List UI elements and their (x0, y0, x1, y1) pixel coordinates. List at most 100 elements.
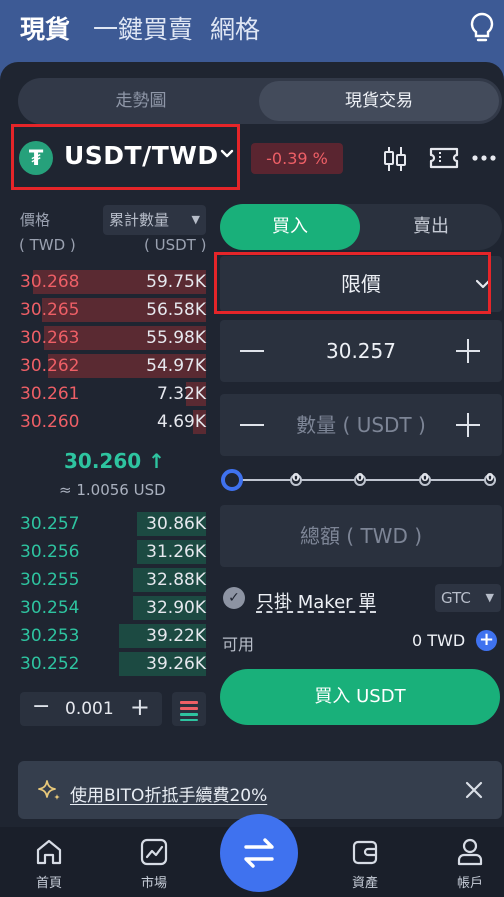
bid-price: 30.254 (20, 598, 80, 618)
depth-ask-line (180, 701, 198, 704)
bid-price: 30.253 (20, 626, 80, 646)
ask-quantity: 54.97K (146, 356, 206, 376)
step-increase-button[interactable]: + (130, 693, 150, 721)
depth-bid-line (180, 719, 198, 721)
ask-price: 30.262 (20, 356, 80, 376)
ask-price: 30.268 (20, 272, 80, 292)
time-in-force-dropdown[interactable]: GTC ▼ (435, 584, 501, 612)
ask-price: 30.261 (20, 384, 80, 404)
maker-only-checkbox[interactable]: ✓ (223, 587, 245, 609)
bid-price: 30.255 (20, 570, 80, 590)
time-in-force-value: GTC (441, 589, 471, 607)
price-unit: ( TWD ) (19, 236, 76, 254)
ask-price: 30.265 (20, 300, 80, 320)
ask-row[interactable]: 30.261 7.32K (20, 382, 206, 406)
view-segment: 走勢圖 現貨交易 (18, 78, 502, 124)
last-price: 30.260 ↑ (64, 449, 165, 473)
bid-quantity: 32.90K (146, 598, 206, 618)
buy-usdt-button[interactable]: 買入 USDT (220, 669, 500, 725)
price-decrease-button[interactable] (240, 350, 264, 352)
slider-mark[interactable]: 0 (419, 471, 431, 486)
ask-quantity: 55.98K (146, 328, 206, 348)
slider-mark[interactable]: 0 (354, 472, 366, 486)
order-type-highlight-box (214, 252, 491, 314)
ticket-icon[interactable] (429, 145, 459, 171)
step-decrease-button[interactable]: − (32, 694, 50, 719)
wallet-icon (352, 840, 378, 865)
ask-row[interactable]: 30.262 54.97K (20, 354, 206, 378)
price-change-badge: -0.39 % (251, 143, 343, 174)
slider-mark[interactable]: 0 (290, 471, 302, 486)
candlestick-chart-icon[interactable] (383, 145, 407, 173)
amount-slider[interactable]: 0 0 0 0 (220, 468, 502, 492)
step-value: 0.001 (65, 699, 114, 719)
ask-quantity: 7.32K (157, 384, 206, 404)
ask-row[interactable]: 30.268 59.75K (20, 270, 206, 294)
sparkle-icon (38, 780, 60, 800)
bid-row[interactable]: 30.252 39.26K (20, 652, 206, 676)
ask-row[interactable]: 30.263 55.98K (20, 326, 206, 350)
depth-ask-line (180, 707, 198, 710)
tab-grid[interactable]: 網格 (210, 10, 260, 46)
nav-market-label: 市場 (140, 876, 167, 891)
tab-spot[interactable]: 現貨 (20, 10, 70, 46)
bid-quantity: 30.86K (146, 514, 206, 534)
nav-assets[interactable]: 資產 (330, 837, 400, 891)
close-icon[interactable] (465, 781, 483, 799)
trade-swap-button[interactable] (220, 814, 298, 892)
nav-market[interactable]: 市場 (119, 837, 189, 891)
slider-mark[interactable]: 0 (484, 471, 496, 486)
pair-selector[interactable]: USDT/TWD (64, 141, 219, 170)
deposit-plus-button[interactable]: + (476, 630, 497, 651)
bid-row[interactable]: 30.253 39.22K (20, 624, 206, 648)
usdt-coin-icon: ₮ (19, 141, 53, 175)
plus-icon (467, 339, 469, 363)
nav-assets-label: 資產 (351, 876, 378, 891)
segment-chart[interactable]: 走勢圖 (21, 81, 261, 121)
bid-price: 30.257 (20, 514, 80, 534)
amount-decrease-button[interactable] (240, 424, 264, 426)
more-icon[interactable] (472, 145, 496, 171)
total-input[interactable]: 總額 ( TWD ) (220, 505, 502, 567)
buy-tab[interactable]: 買入 (220, 204, 360, 250)
quantity-unit: ( USDT ) (144, 236, 207, 254)
maker-only-label[interactable]: 只掛 Maker 單 (256, 588, 376, 614)
slider-handle[interactable] (221, 469, 243, 491)
ask-price: 30.260 (20, 412, 80, 432)
slider-mark-label: 0 (292, 471, 300, 484)
bid-price: 30.252 (20, 654, 80, 674)
ask-row[interactable]: 30.265 56.58K (20, 298, 206, 322)
ask-quantity: 56.58K (146, 300, 206, 320)
promo-text[interactable]: 使用BITO折抵手續費20% (70, 781, 267, 806)
lightbulb-icon[interactable] (468, 12, 496, 44)
plus-icon (467, 413, 469, 437)
quantity-mode-label: 累計數量 (109, 211, 170, 229)
promo-banner[interactable]: 使用BITO折抵手續費20% (18, 761, 502, 819)
nav-home-label: 首頁 (35, 876, 62, 891)
sell-tab[interactable]: 賣出 (360, 204, 502, 250)
bid-row[interactable]: 30.254 32.90K (20, 596, 206, 620)
tab-one-click[interactable]: 一鍵買賣 (93, 10, 193, 46)
nav-home[interactable]: 首頁 (14, 837, 84, 891)
ask-quantity: 4.69K (157, 412, 206, 432)
bid-quantity: 39.22K (146, 626, 206, 646)
segment-trade[interactable]: 現貨交易 (259, 81, 499, 121)
bid-quantity: 39.26K (146, 654, 206, 674)
quantity-mode-dropdown[interactable]: 累計數量 ▼ (103, 205, 206, 235)
amount-stepper: 數量 ( USDT ) (220, 394, 502, 456)
nav-account[interactable]: 帳戶 (435, 837, 504, 891)
bid-row[interactable]: 30.257 30.86K (20, 512, 206, 536)
ask-price: 30.263 (20, 328, 80, 348)
slider-mark-label: 0 (421, 471, 429, 484)
price-stepper: 30.257 (220, 320, 502, 382)
slider-mark-label: 0 (486, 471, 494, 484)
depth-view-button[interactable] (172, 692, 206, 726)
chevron-down-icon[interactable] (220, 147, 234, 161)
total-field[interactable]: 總額 ( TWD ) (220, 505, 502, 567)
user-icon (457, 838, 483, 866)
ask-row[interactable]: 30.260 4.69K (20, 410, 206, 434)
price-step-control: − 0.001 + (20, 692, 162, 726)
bid-row[interactable]: 30.256 31.26K (20, 540, 206, 564)
bid-row[interactable]: 30.255 32.88K (20, 568, 206, 592)
ask-quantity: 59.75K (146, 272, 206, 292)
